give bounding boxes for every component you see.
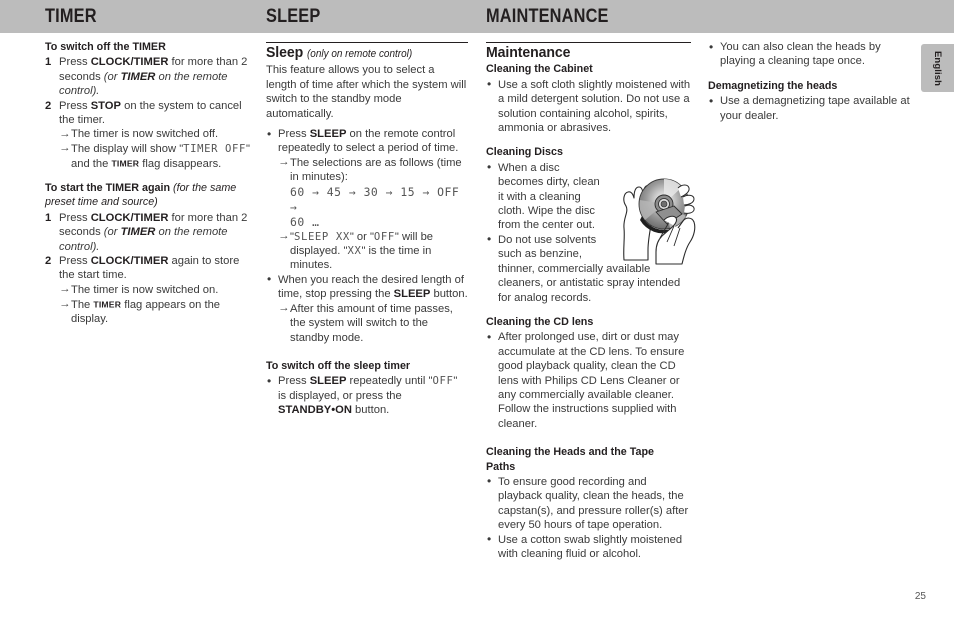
sequence-line-1: 60 → 45 → 30 → 15 → OFF →: [290, 184, 460, 214]
timer-switch-off-heading: To switch off the TIMER: [45, 41, 166, 53]
bullet-text: Press SLEEP repeatedly until "OFF" is di…: [278, 375, 458, 417]
cleaning-heads-bullet-3: • You can also clean the heads by playin…: [708, 40, 910, 69]
result-text: The TIMER flag appears on the display.: [71, 298, 221, 326]
sleep-switch-off-heading: To switch off the sleep timer: [266, 359, 411, 372]
hands-cleaning-disc-icon: [623, 178, 696, 265]
step-text: Press CLOCK/TIMER for more than 2 second…: [59, 56, 248, 98]
sleep-result-2: → "SLEEP XX" or "OFF" will be displayed.…: [278, 230, 468, 273]
cleaning-cd-lens-bullet-1: • After prolonged use, dirt or dust may …: [486, 330, 691, 431]
bullet-text: Use a cotton swab slightly moistened wit…: [498, 533, 683, 560]
column-maintenance-continued: • You can also clean the heads by playin…: [708, 40, 910, 123]
result-text: "SLEEP XX" or "OFF" will be displayed. "…: [290, 230, 434, 272]
bullet-icon: •: [487, 77, 492, 92]
timer-start-again-result-2: → The TIMER flag appears on the display.: [59, 297, 253, 326]
arrow-icon: →: [278, 230, 290, 243]
cleaning-cd-lens-heading: Cleaning the CD lens: [486, 315, 594, 328]
header-title-timer: TIMER: [45, 6, 97, 27]
timer-start-again-result-1: → The timer is now switched on.: [59, 283, 253, 297]
cleaning-heads-bullet-2: • Use a cotton swab slightly moistened w…: [486, 532, 691, 562]
maintenance-section-rule: [486, 42, 691, 43]
result-text: The selections are as follows (time in m…: [290, 156, 462, 184]
timer-switch-off-result-2: → The display will show "TIMER OFF" and …: [59, 142, 253, 171]
header-title-maintenance: MAINTENANCE: [486, 6, 609, 27]
bullet-icon: •: [709, 93, 714, 108]
step-number: 1: [45, 211, 52, 224]
bullet-text: Press SLEEP on the remote control repeat…: [278, 128, 459, 155]
maintenance-section-title: Maintenance: [486, 44, 571, 61]
sleep-section-rule: [266, 42, 468, 43]
cleaning-cabinet-heading: Cleaning the Cabinet: [486, 63, 593, 76]
sleep-result-1: → The selections are as follows (time in…: [278, 156, 468, 185]
cleaning-heads-heading: Cleaning the Heads and the Tape Paths: [486, 446, 654, 473]
result-text: The timer is now switched off.: [71, 128, 219, 141]
timer-switch-off-step-1: 1 Press CLOCK/TIMER for more than 2 seco…: [45, 55, 253, 98]
timer-switch-off-result-1: → The timer is now switched off.: [59, 127, 253, 141]
page-number: 25: [914, 591, 926, 602]
page-header-bar: [0, 0, 954, 33]
cleaning-discs-bullet-2-line-1: • Do not use solvents such as benzine,: [486, 232, 606, 262]
result-text: The display will show "TIMER OFF" and th…: [71, 142, 250, 170]
bullet-text: When you reach the desired length of tim…: [278, 273, 468, 301]
timer-start-again-step-1: 1 Press CLOCK/TIMER for more than 2 seco…: [45, 211, 253, 254]
bullet-text: Do not use solvents such as benzine,: [498, 233, 597, 261]
arrow-icon: →: [278, 302, 290, 315]
sleep-switch-off-bullet: • Press SLEEP repeatedly until "OFF" is …: [266, 374, 468, 417]
column-sleep: Sleep (only on remote control) This feat…: [266, 40, 468, 418]
sleep-section-title: Sleep (only on remote control): [266, 44, 413, 61]
cleaning-heads-bullet-1: • To ensure good recording and playback …: [486, 474, 691, 533]
cleaning-discs-bullet-1: • When a disc becomes dirty, clean it wi…: [486, 160, 606, 233]
bullet-text: When a disc becomes dirty, clean it with…: [498, 161, 600, 232]
step-number: 2: [45, 99, 52, 112]
column-maintenance: Maintenance Cleaning the Cabinet • Use a…: [486, 40, 691, 561]
bullet-icon: •: [487, 532, 492, 547]
arrow-icon: →: [59, 127, 71, 140]
demagnetizing-heads-bullet-1: • Use a demagnetizing tape available at …: [708, 94, 910, 123]
sleep-time-sequence: 60 → 45 → 30 → 15 → OFF → 60 …: [278, 185, 468, 230]
step-text: Press STOP on the system to cancel the t…: [59, 99, 242, 127]
step-number: 2: [45, 255, 52, 268]
step-number: 1: [45, 56, 52, 69]
timer-start-again-step-2: 2 Press CLOCK/TIMER again to store the s…: [45, 254, 253, 283]
sleep-bullet-1: • Press SLEEP on the remote control repe…: [266, 127, 468, 156]
bullet-icon: •: [487, 232, 492, 247]
step-text: Press CLOCK/TIMER again to store the sta…: [59, 255, 240, 282]
bullet-icon: •: [487, 160, 492, 175]
cleaning-discs-bullet-2-line-2: thinner, commercially available cleaners…: [486, 262, 691, 305]
timer-switch-off-step-2: 2 Press STOP on the system to cancel the…: [45, 99, 253, 128]
cleaning-discs-heading: Cleaning Discs: [486, 146, 563, 159]
sleep-bullet-2: • When you reach the desired length of t…: [266, 272, 468, 302]
timer-start-again-heading: To start the TIMER again (for the same p…: [45, 182, 237, 209]
bullet-icon: •: [267, 126, 272, 141]
result-text: After this amount of time passes, the sy…: [290, 302, 453, 344]
column-timer: To switch off the TIMER 1 Press CLOCK/TI…: [45, 40, 253, 327]
bullet-text: Use a demagnetizing tape available at yo…: [720, 95, 910, 122]
cleaning-cabinet-bullet-1: • Use a soft cloth slightly moistened wi…: [486, 77, 691, 136]
bullet-text: After prolonged use, dirt or dust may ac…: [498, 331, 685, 430]
bullet-text: To ensure good recording and playback qu…: [498, 475, 689, 532]
sleep-result-3: → After this amount of time passes, the …: [278, 302, 468, 345]
language-tab-english[interactable]: English: [921, 44, 954, 92]
arrow-icon: →: [59, 297, 71, 310]
bullet-icon: •: [267, 272, 272, 287]
bullet-icon: •: [487, 474, 492, 489]
bullet-text-continued: thinner, commercially available cleaners…: [498, 262, 681, 304]
bullet-icon: •: [709, 39, 714, 54]
bullet-icon: •: [267, 373, 272, 388]
bullet-text: You can also clean the heads by playing …: [720, 41, 881, 68]
arrow-icon: →: [278, 156, 290, 169]
bullet-text: Use a soft cloth slightly moistened with…: [498, 78, 691, 135]
step-text: Press CLOCK/TIMER for more than 2 second…: [59, 211, 248, 253]
header-title-sleep: SLEEP: [266, 6, 321, 27]
arrow-icon: →: [59, 142, 71, 155]
sequence-line-2: 60 …: [290, 214, 320, 229]
result-text: The timer is now switched on.: [71, 283, 219, 296]
arrow-icon: →: [59, 283, 71, 296]
language-tab-label: English: [932, 50, 944, 86]
sleep-intro-paragraph: This feature allows you to select a leng…: [266, 64, 467, 120]
bullet-icon: •: [487, 329, 492, 344]
demagnetizing-heads-heading: Demagnetizing the heads: [708, 79, 838, 92]
